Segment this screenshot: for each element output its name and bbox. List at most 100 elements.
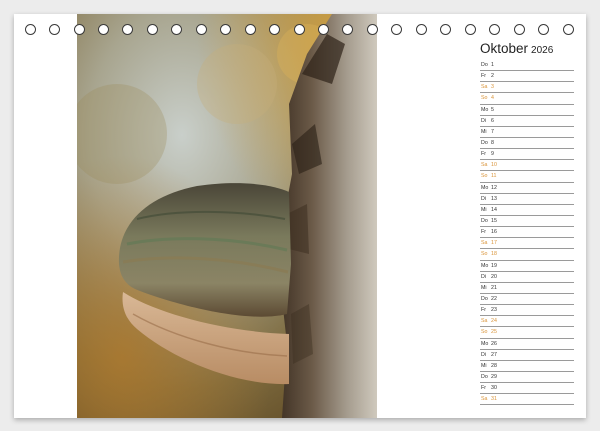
binding-ring [416, 24, 427, 35]
day-row: Mi 28 [480, 361, 574, 372]
day-name: Di [481, 117, 487, 124]
day-number: 28 [491, 362, 497, 369]
day-row: So 4 [480, 93, 574, 105]
binding-ring [318, 24, 329, 35]
day-name: Di [481, 195, 487, 202]
day-row: Mo 19 [480, 261, 574, 272]
day-name: Di [481, 351, 487, 358]
day-row: Do 22 [480, 294, 574, 306]
day-number: 13 [491, 195, 497, 202]
binding-ring [489, 24, 500, 35]
month-name: Oktober [480, 41, 529, 56]
binding-rings [0, 24, 600, 40]
day-name: Do [481, 295, 488, 302]
day-row: Fr 2 [480, 71, 574, 83]
day-row: Do 15 [480, 216, 574, 228]
day-row: Sa 24 [480, 316, 574, 328]
binding-ring [196, 24, 207, 35]
binding-ring [465, 24, 476, 35]
binding-ring [147, 24, 158, 35]
day-row: Do 8 [480, 138, 574, 150]
day-row: Mi 7 [480, 127, 574, 138]
day-number: 6 [491, 117, 494, 124]
day-number: 21 [491, 284, 497, 291]
day-row: Mo 5 [480, 105, 574, 116]
day-number: 23 [491, 307, 497, 314]
day-row: Sa 3 [480, 82, 574, 94]
day-name: Fr [481, 151, 486, 158]
day-row: So 11 [480, 171, 574, 183]
day-row: So 18 [480, 249, 574, 261]
day-name: Fr [481, 307, 486, 314]
day-row: Di 13 [480, 194, 574, 205]
day-row: Fr 9 [480, 149, 574, 161]
day-number: 5 [491, 106, 494, 113]
day-number: 10 [491, 162, 497, 169]
binding-ring [49, 24, 60, 35]
day-row: Mo 26 [480, 339, 574, 350]
binding-ring [245, 24, 256, 35]
day-name: Fr [481, 229, 486, 236]
binding-ring [538, 24, 549, 35]
day-list: Do 1 Fr 2 Sa 3 So 4 Mo 5 Di 6 Mi 7 Do 8 Fr 9 Sa 10 So 11 Mo 12 D… [480, 60, 574, 406]
day-name: Sa [481, 318, 488, 325]
day-name: Mo [481, 184, 489, 191]
day-name: Fr [481, 385, 486, 392]
day-number: 27 [491, 351, 497, 358]
day-name: Sa [481, 84, 488, 91]
day-name: Sa [481, 396, 488, 403]
day-number: 29 [491, 373, 497, 380]
binding-ring [440, 24, 451, 35]
day-name: So [481, 173, 488, 180]
day-row: Fr 23 [480, 305, 574, 317]
day-number: 1 [491, 62, 494, 68]
binding-ring [391, 24, 402, 35]
day-row: Mi 14 [480, 205, 574, 216]
day-number: 9 [491, 151, 494, 158]
day-number: 4 [491, 95, 494, 102]
tree-fungus-photo [77, 14, 377, 418]
day-name: Do [481, 373, 488, 380]
day-row: Sa 31 [480, 394, 574, 406]
day-row: Fr 30 [480, 383, 574, 395]
day-name: Mo [481, 106, 489, 113]
day-number: 30 [491, 385, 497, 392]
day-row: Mi 21 [480, 283, 574, 294]
day-number: 26 [491, 340, 497, 347]
day-name: Do [481, 62, 488, 68]
day-number: 8 [491, 139, 494, 146]
day-name: Sa [481, 162, 488, 169]
binding-ring [98, 24, 109, 35]
day-row: Do 29 [480, 372, 574, 384]
day-number: 20 [491, 273, 497, 280]
day-name: Do [481, 139, 488, 146]
day-number: 3 [491, 84, 494, 91]
binding-ring [220, 24, 231, 35]
day-name: Fr [481, 73, 486, 80]
day-name: Sa [481, 240, 488, 247]
day-number: 18 [491, 251, 497, 258]
day-number: 17 [491, 240, 497, 247]
binding-ring [122, 24, 133, 35]
binding-ring [367, 24, 378, 35]
day-row: Di 27 [480, 350, 574, 361]
day-number: 2 [491, 73, 494, 80]
day-row: Di 6 [480, 116, 574, 127]
month-header: Oktober 2026 [480, 40, 580, 58]
binding-ring [25, 24, 36, 35]
binding-ring [269, 24, 280, 35]
day-name: Mi [481, 362, 487, 369]
day-name: Di [481, 273, 487, 280]
day-row: Fr 16 [480, 227, 574, 239]
day-name: Mo [481, 340, 489, 347]
day-row: Sa 10 [480, 160, 574, 172]
binding-ring [171, 24, 182, 35]
day-number: 14 [491, 206, 497, 213]
day-number: 31 [491, 396, 497, 403]
day-number: 22 [491, 295, 497, 302]
binding-ring [563, 24, 574, 35]
day-row: So 25 [480, 327, 574, 339]
day-number: 7 [491, 128, 494, 135]
day-name: So [481, 251, 488, 258]
day-number: 24 [491, 318, 497, 325]
